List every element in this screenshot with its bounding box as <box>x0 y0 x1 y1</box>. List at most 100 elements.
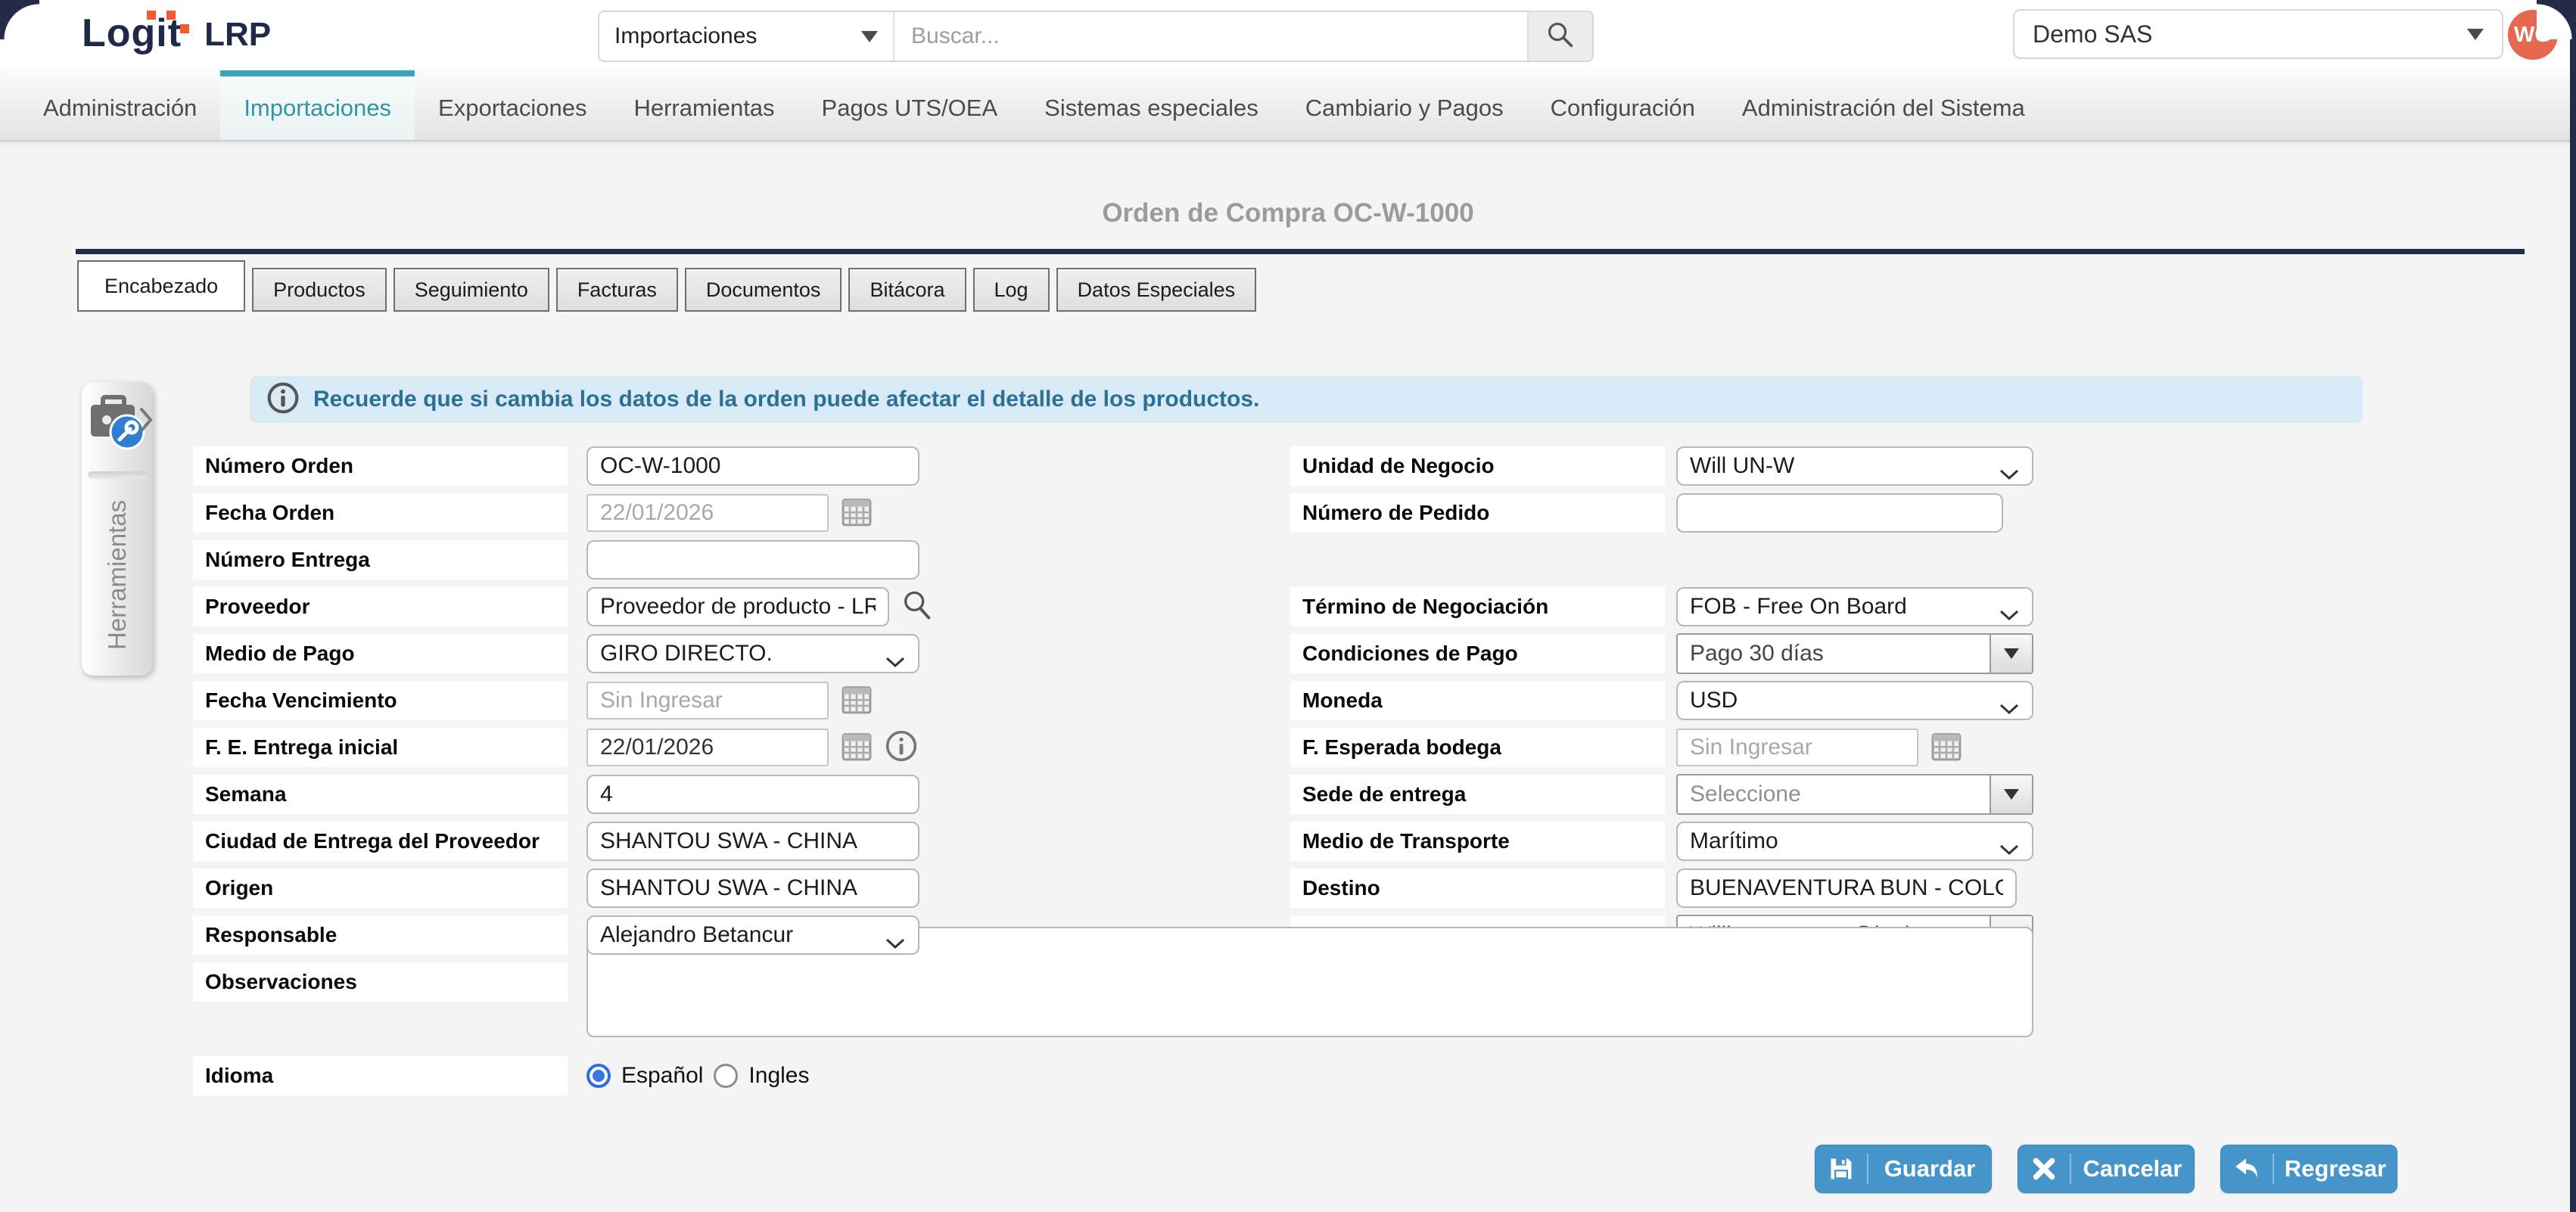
logo-suffix: LRP <box>204 17 271 53</box>
medio-pago-value: GIRO DIRECTO. <box>600 641 773 667</box>
back-button[interactable]: Regresar <box>2220 1145 2397 1193</box>
nav-item-sistemas-especiales[interactable]: Sistemas especiales <box>1021 70 1282 140</box>
nav-item-cambiario-y-pagos[interactable]: Cambiario y Pagos <box>1282 70 1527 140</box>
tab-datos-especiales[interactable]: Datos Especiales <box>1056 268 1257 312</box>
field-responsable: Alejandro Betancur <box>568 915 919 955</box>
proveedor-input[interactable] <box>586 587 889 626</box>
expand-chevron-icon[interactable] <box>138 405 154 439</box>
semana-input[interactable] <box>586 775 919 814</box>
tab-documentos[interactable]: Documentos <box>685 268 842 312</box>
field-moneda: USD <box>1665 681 2033 720</box>
medio-pago-select[interactable]: GIRO DIRECTO. <box>586 634 919 673</box>
calendar-icon[interactable] <box>839 729 874 767</box>
order-tabstrip: Encabezado Productos Seguimiento Factura… <box>77 260 1263 312</box>
field-semana <box>568 775 919 814</box>
calendar-icon[interactable] <box>1929 729 1964 767</box>
numero-entrega-input[interactable] <box>586 540 919 580</box>
ciudad-entrega-input[interactable] <box>586 822 919 861</box>
idioma-radio-ingles[interactable] <box>714 1064 738 1088</box>
calendar-icon[interactable] <box>839 682 874 720</box>
field-idioma: Español Ingles <box>568 1056 2033 1095</box>
chevron-down-icon <box>1999 837 2020 862</box>
company-select-value: Demo SAS <box>2033 20 2152 48</box>
nav-item-administracion-del-sistema[interactable]: Administración del Sistema <box>1719 70 2049 140</box>
field-observaciones <box>568 962 2033 1002</box>
chevron-down-icon <box>1999 696 2020 722</box>
nav-item-herramientas[interactable]: Herramientas <box>610 70 798 140</box>
moneda-select[interactable]: USD <box>1676 681 2033 720</box>
tools-panel[interactable]: Herramientas <box>82 382 153 676</box>
numero-pedido-input[interactable] <box>1676 493 2003 533</box>
cancel-button-label: Cancelar <box>2071 1155 2194 1182</box>
global-search-group: Importaciones <box>598 11 1594 62</box>
label-numero-pedido: Número de Pedido <box>1290 493 1665 533</box>
tools-separator <box>88 471 147 479</box>
fe-entrega-inicial-input[interactable] <box>586 729 829 766</box>
label-numero-orden: Número Orden <box>193 446 568 486</box>
window-corner <box>2537 0 2576 39</box>
save-floppy-icon <box>1815 1154 1868 1184</box>
calendar-icon[interactable] <box>839 494 874 533</box>
termino-negociacion-select[interactable]: FOB - Free On Board <box>1676 587 2033 626</box>
field-origen <box>568 869 919 908</box>
title-rule <box>76 249 2525 254</box>
responsable-select[interactable]: Alejandro Betancur <box>586 915 919 955</box>
window-corner <box>0 0 39 39</box>
nav-item-exportaciones[interactable]: Exportaciones <box>415 70 610 140</box>
sede-entrega-value: Seleccione <box>1678 775 1990 813</box>
origen-input[interactable] <box>586 869 919 908</box>
logo-wordmark: Logit <box>82 14 182 53</box>
field-fe-entrega-inicial <box>568 728 919 767</box>
field-unidad-negocio: Will UN-W <box>1665 446 2033 486</box>
back-button-label: Regresar <box>2274 1155 2397 1182</box>
company-select[interactable]: Demo SAS <box>2013 9 2503 59</box>
field-condiciones-pago: Pago 30 días <box>1665 634 2033 673</box>
label-condiciones-pago: Condiciones de Pago <box>1290 634 1665 673</box>
tab-bitacora[interactable]: Bitácora <box>848 268 966 312</box>
nav-item-pagos-uts-oea[interactable]: Pagos UTS/OEA <box>798 70 1022 140</box>
tab-log[interactable]: Log <box>973 268 1050 312</box>
app-window: Logit LRP Importaciones Demo SAS <box>0 0 2576 1212</box>
idioma-radio-espanol[interactable] <box>586 1064 611 1088</box>
unidad-negocio-select[interactable]: Will UN-W <box>1676 446 2033 486</box>
back-arrow-icon <box>2221 1154 2274 1184</box>
tab-seguimiento[interactable]: Seguimiento <box>394 268 549 312</box>
label-unidad-negocio: Unidad de Negocio <box>1290 446 1665 486</box>
search-input[interactable] <box>894 12 1527 61</box>
label-observaciones: Observaciones <box>193 962 568 1002</box>
medio-transporte-select[interactable]: Marítimo <box>1676 822 2033 861</box>
search-module-value: Importaciones <box>614 23 757 49</box>
chevron-down-icon <box>885 649 906 675</box>
chevron-down-icon <box>1999 461 2020 487</box>
idioma-label-espanol: Español <box>621 1063 703 1089</box>
search-button[interactable] <box>1527 12 1592 61</box>
condiciones-pago-select[interactable]: Pago 30 días <box>1676 633 2033 674</box>
search-module-select[interactable]: Importaciones <box>599 12 894 61</box>
numero-orden-input[interactable] <box>586 446 919 486</box>
nav-item-administracion[interactable]: Administración <box>20 70 220 140</box>
search-icon <box>1545 19 1576 54</box>
chevron-down-icon <box>1999 602 2020 628</box>
tab-encabezado[interactable]: Encabezado <box>77 260 245 312</box>
moneda-value: USD <box>1690 688 1738 713</box>
sede-entrega-select[interactable]: Seleccione <box>1676 774 2033 815</box>
dropdown-button[interactable] <box>1990 775 2032 813</box>
dropdown-button[interactable] <box>1990 635 2032 673</box>
lookup-magnifier-icon[interactable] <box>900 588 935 626</box>
nav-item-importaciones[interactable]: Importaciones <box>220 70 415 140</box>
toolbox-icon <box>82 382 153 465</box>
notice-text: Recuerde que si cambia los datos de la o… <box>313 387 1259 412</box>
info-icon[interactable] <box>885 729 918 766</box>
cancel-button[interactable]: Cancelar <box>2018 1145 2195 1193</box>
label-destino: Destino <box>1290 869 1665 908</box>
save-button[interactable]: Guardar <box>1815 1145 1992 1193</box>
label-f-esperada-bodega: F. Esperada bodega <box>1290 728 1665 767</box>
field-sede-entrega: Seleccione <box>1665 775 2033 814</box>
label-moneda: Moneda <box>1290 681 1665 720</box>
tab-facturas[interactable]: Facturas <box>556 268 678 312</box>
logo-orange-square <box>166 11 176 20</box>
field-termino-negociacion: FOB - Free On Board <box>1665 587 2033 626</box>
nav-item-configuracion[interactable]: Configuración <box>1527 70 1719 140</box>
tab-productos[interactable]: Productos <box>252 268 387 312</box>
destino-input[interactable] <box>1676 869 2017 908</box>
